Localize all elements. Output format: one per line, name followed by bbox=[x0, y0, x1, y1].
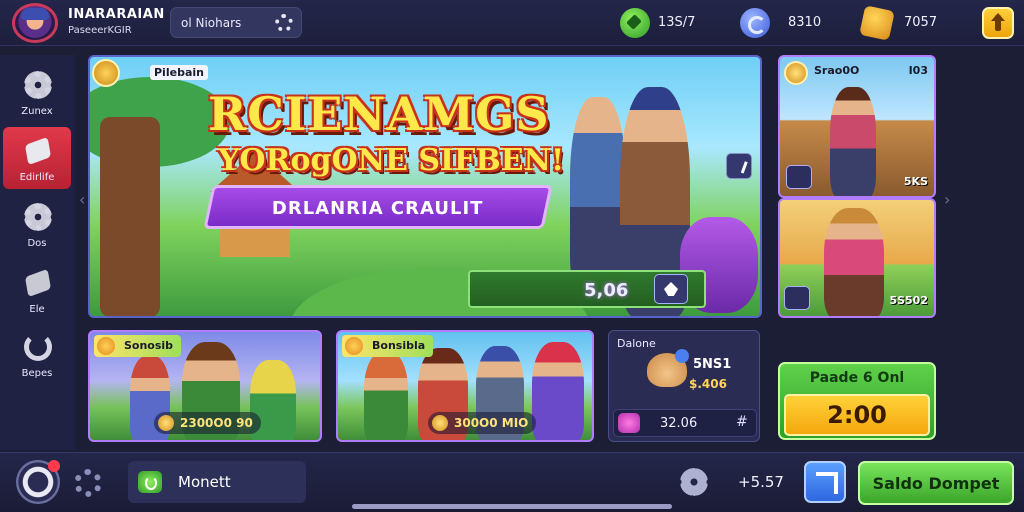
coin-icon bbox=[784, 61, 808, 85]
orbs-value: 8310 bbox=[788, 15, 822, 30]
deal-row-value: 32.06 bbox=[660, 416, 698, 431]
carousel-left-arrow-icon[interactable]: ‹ bbox=[79, 190, 85, 209]
hero-info-button[interactable] bbox=[726, 153, 752, 179]
home-indicator bbox=[352, 504, 672, 509]
deal-card[interactable]: Dalone 5NS1 $.406 32.06 # bbox=[608, 330, 760, 442]
block-icon bbox=[24, 136, 52, 166]
saldo-dompet-button[interactable]: Saldo Dompet bbox=[858, 461, 1014, 505]
hero-ribbon-label: DRLANRIA CRAULIT bbox=[271, 198, 484, 219]
bundle-character bbox=[532, 342, 584, 440]
offer-card-2[interactable]: 5S502 bbox=[778, 198, 936, 318]
hook-icon bbox=[24, 333, 52, 361]
offer-card-price: 5KS bbox=[903, 175, 928, 188]
bottom-bar: Monett +5.57 Saldo Dompet bbox=[0, 452, 1024, 512]
top-bar: INARARAIAN PaseeerKGIR ol Niohars 13S/7 … bbox=[0, 0, 1024, 46]
settings-icon[interactable] bbox=[74, 469, 102, 497]
share-icon[interactable] bbox=[804, 461, 846, 503]
hero-ribbon[interactable]: DRLANRIA CRAULIT bbox=[203, 185, 553, 229]
event-badge-icon bbox=[92, 59, 120, 87]
block-icon bbox=[24, 268, 52, 298]
offer-card-title: Srao0O bbox=[814, 64, 860, 77]
bundle-card-2[interactable]: Bonsibla 300O0 MIO bbox=[336, 330, 594, 442]
search-box[interactable]: ol Niohars bbox=[170, 7, 302, 38]
player-avatar[interactable] bbox=[12, 3, 58, 43]
hero-badge-label: Pilebain bbox=[150, 65, 208, 80]
settings-gear-icon[interactable] bbox=[275, 14, 293, 32]
timer-value: 2:00 bbox=[827, 401, 887, 429]
hero-price-value: 5,06 bbox=[584, 280, 629, 301]
timer-panel[interactable]: Paade 6 Onl 2:00 bbox=[778, 362, 936, 440]
heart-icon bbox=[618, 413, 640, 433]
hero-subtitle: YORogONE SIFBEN! bbox=[218, 143, 565, 178]
sidebar-item-dos[interactable]: Dos bbox=[3, 193, 71, 255]
hash-icon[interactable]: # bbox=[736, 414, 748, 430]
gear-icon bbox=[24, 203, 52, 231]
saldo-dompet-label: Saldo Dompet bbox=[872, 474, 1000, 493]
player-subtitle: PaseeerKGIR bbox=[68, 25, 132, 36]
hero-banner[interactable]: Pilebain RCIENAMGS YORogONE SIFBEN! DRLA… bbox=[88, 55, 762, 318]
hero-title: RCIENAMGS bbox=[208, 87, 550, 141]
wallet-button[interactable]: Monett bbox=[128, 461, 306, 503]
gear-icon[interactable] bbox=[680, 468, 708, 496]
currency-gold[interactable]: 7057 bbox=[859, 5, 972, 41]
sidebar-item-bepes[interactable]: Bepes bbox=[3, 323, 71, 385]
upgrade-button[interactable] bbox=[982, 7, 1014, 39]
sidebar: Zunex Edirlife Dos Ele Bepes bbox=[0, 55, 75, 450]
sidebar-item-label: Edirlife bbox=[19, 172, 55, 183]
deal-amount-secondary: $.406 bbox=[689, 377, 727, 391]
sidebar-item-label: Zunex bbox=[21, 106, 53, 117]
orb-icon bbox=[740, 8, 770, 38]
player-name: INARARAIAN bbox=[68, 7, 165, 22]
bundle-card-1[interactable]: Sonosib 2300O0 90 bbox=[88, 330, 322, 442]
pet-icon bbox=[647, 349, 689, 387]
timer-label: Paade 6 Onl bbox=[809, 370, 905, 386]
offer-card-1[interactable]: Srao0O I03 5KS bbox=[778, 55, 936, 198]
sidebar-item-zunex[interactable]: Zunex bbox=[3, 61, 71, 123]
offer-character bbox=[824, 208, 884, 316]
wallet-label: Monett bbox=[178, 473, 231, 491]
tree-trunk bbox=[100, 117, 160, 316]
gold-value: 7057 bbox=[904, 15, 938, 30]
sidebar-item-label: Bepes bbox=[21, 368, 53, 379]
offer-button-icon[interactable] bbox=[786, 165, 812, 189]
offer-card-count: I03 bbox=[908, 64, 928, 77]
gems-value: 13S/7 bbox=[658, 15, 696, 30]
carousel-right-arrow-icon[interactable]: › bbox=[944, 190, 950, 209]
currency-orbs[interactable]: 8310 bbox=[740, 8, 850, 38]
sidebar-item-label: Dos bbox=[27, 238, 47, 249]
hero-character-left bbox=[570, 97, 626, 297]
sidebar-item-label: Ele bbox=[29, 304, 45, 315]
hero-price-bar[interactable]: 5,06 bbox=[468, 270, 706, 308]
gem-icon bbox=[620, 8, 650, 38]
currency-gems[interactable]: 13S/7 bbox=[620, 8, 730, 38]
bundle-tag: Bonsibla bbox=[342, 335, 434, 357]
bundle-tag: Sonosib bbox=[94, 335, 182, 357]
wallet-icon bbox=[138, 471, 162, 493]
gear-icon bbox=[24, 71, 52, 99]
deal-row[interactable]: 32.06 # bbox=[613, 409, 757, 437]
home-logo-icon[interactable] bbox=[16, 460, 60, 504]
sidebar-item-ele[interactable]: Ele bbox=[3, 259, 71, 321]
gold-icon bbox=[859, 5, 895, 41]
timer-display: 2:00 bbox=[784, 394, 930, 436]
balance-change-value: +5.57 bbox=[738, 473, 784, 491]
hat-icon bbox=[21, 8, 49, 20]
bundle-price: 2300O0 90 bbox=[154, 412, 261, 434]
search-label: ol Niohars bbox=[181, 16, 242, 30]
offer-character bbox=[830, 87, 876, 196]
deal-amount-primary: 5NS1 bbox=[693, 357, 732, 372]
sidebar-item-edirlife[interactable]: Edirlife bbox=[3, 127, 71, 189]
buy-icon[interactable] bbox=[654, 274, 688, 304]
deal-card-title: Dalone bbox=[617, 337, 656, 350]
offer-card-price: 5S502 bbox=[889, 294, 928, 307]
bundle-character bbox=[364, 352, 408, 440]
bundle-price: 300O0 MIO bbox=[428, 412, 537, 434]
offer-button-icon[interactable] bbox=[784, 286, 810, 310]
